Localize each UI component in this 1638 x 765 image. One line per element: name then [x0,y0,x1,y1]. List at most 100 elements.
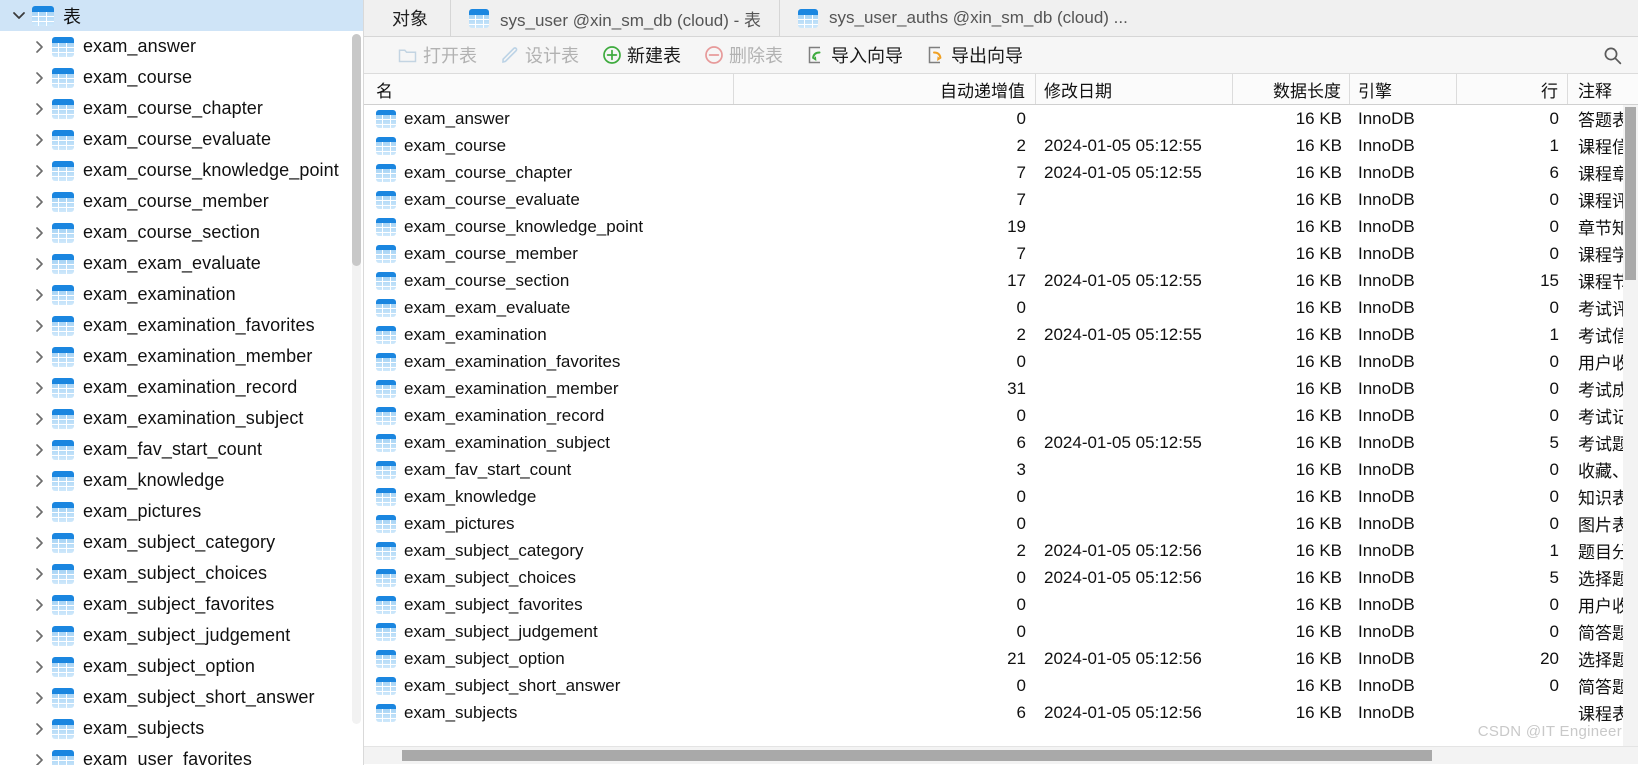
cell-name[interactable]: exam_examination_subject [364,429,734,456]
table-row[interactable]: exam_subjects 6 2024-01-05 05:12:56 16 KB In… [364,699,1638,726]
cell-name[interactable]: exam_examination_record [364,402,734,429]
tree-item-exam_course_chapter[interactable]: exam_course_chapter [0,93,363,124]
cell-name[interactable]: exam_course_section [364,267,734,294]
toolbar-button-minus-circle[interactable]: 删除表 [692,40,794,70]
table-row[interactable]: exam_examination 2 2024-01-05 05:12:55 16 K… [364,321,1638,348]
column-header-modified[interactable]: 修改日期 [1036,74,1233,104]
chevron-right-icon[interactable] [26,341,52,372]
table-row[interactable]: exam_knowledge 0 16 KB InnoDB 0 知识表 [364,483,1638,510]
tab-2[interactable]: sys_user_auths @xin_sm_db (cloud) ... [779,0,1146,36]
object-tab-label[interactable]: 对象 [364,0,450,36]
table-row[interactable]: exam_subject_category 2 2024-01-05 05:12:5… [364,537,1638,564]
tree-item-exam_subject_choices[interactable]: exam_subject_choices [0,558,363,589]
grid-body[interactable]: exam_answer 0 16 KB InnoDB 0 答题表 exam_course 2 2… [364,105,1638,764]
column-header-engine[interactable]: 引擎 [1350,74,1457,104]
tree-item-exam_subject_category[interactable]: exam_subject_category [0,527,363,558]
cell-name[interactable]: exam_fav_start_count [364,456,734,483]
column-header-comment[interactable]: 注释 [1568,74,1638,104]
chevron-right-icon[interactable] [26,682,52,713]
tree-item-exam_subject_short_answer[interactable]: exam_subject_short_answer [0,682,363,713]
table-row[interactable]: exam_subject_choices 0 2024-01-05 05:12:56… [364,564,1638,591]
chevron-right-icon[interactable] [26,496,52,527]
table-row[interactable]: exam_subject_short_answer 0 16 KB InnoDB 0 简答… [364,672,1638,699]
toolbar-button-pencil[interactable]: 设计表 [488,40,590,70]
cell-name[interactable]: exam_answer [364,105,734,132]
toolbar-button-folder[interactable]: 打开表 [386,40,488,70]
cell-name[interactable]: exam_examination_favorites [364,348,734,375]
toolbar-button-export-arrow[interactable]: 导出向导 [914,40,1034,70]
chevron-right-icon[interactable] [26,124,52,155]
grid-header[interactable]: 名 自动递增值 修改日期 数据长度 引擎 行 注释 [364,74,1638,105]
cell-name[interactable]: exam_subject_judgement [364,618,734,645]
table-row[interactable]: exam_course_member716 KBInnoDB0课程学员 [364,240,1638,267]
grid-rows[interactable]: exam_answer 0 16 KB InnoDB 0 答题表 exam_course 2 2… [364,105,1638,726]
tree-item-exam_course_section[interactable]: exam_course_section [0,217,363,248]
table-toolbar[interactable]: 打开表 设计表 新建表 删除表 导入向导 导出向导 [364,37,1638,74]
object-tree-sidebar[interactable]: 表 exam_answer exam_course exam_course_chapt… [0,0,364,765]
grid-vertical-scrollbar-track[interactable] [1623,105,1638,764]
toolbar-buttons[interactable]: 打开表 设计表 新建表 删除表 导入向导 导出向导 [386,40,1034,70]
cell-name[interactable]: exam_subject_short_answer [364,672,734,699]
chevron-right-icon[interactable] [26,527,52,558]
cell-name[interactable]: exam_subject_choices [364,564,734,591]
tree-item-exam_course_knowledge_point[interactable]: exam_course_knowledge_point [0,155,363,186]
table-row[interactable]: exam_course_section 17 2024-01-05 05:12:55… [364,267,1638,294]
chevron-right-icon[interactable] [26,589,52,620]
chevron-right-icon[interactable] [26,279,52,310]
tree-item-exam_fav_start_count[interactable]: exam_fav_start_count [0,434,363,465]
table-row[interactable]: exam_exam_evaluate016 KBInnoDB0考试评价 [364,294,1638,321]
chevron-right-icon[interactable] [26,155,52,186]
chevron-right-icon[interactable] [26,713,52,744]
cell-name[interactable]: exam_subject_favorites [364,591,734,618]
cell-name[interactable]: exam_exam_evaluate [364,294,734,321]
table-row[interactable]: exam_subject_judgement016 KBInnoDB0简答题表 [364,618,1638,645]
grid-horizontal-scrollbar-thumb[interactable] [402,750,1432,761]
table-row[interactable]: exam_examination_member 31 16 KB InnoDB 0 考试成… [364,375,1638,402]
chevron-right-icon[interactable] [26,744,52,765]
table-row[interactable]: exam_course_evaluate716 KBInnoDB0课程评价 [364,186,1638,213]
column-header-name[interactable]: 名 [364,74,734,104]
tree-item-exam_examination_favorites[interactable]: exam_examination_favorites [0,310,363,341]
cell-name[interactable]: exam_examination [364,321,734,348]
column-header-datalength[interactable]: 数据长度 [1233,74,1350,104]
cell-name[interactable]: exam_course_chapter [364,159,734,186]
chevron-right-icon[interactable] [26,248,52,279]
chevron-right-icon[interactable] [26,434,52,465]
cell-name[interactable]: exam_course_evaluate [364,186,734,213]
grid-vertical-scrollbar-thumb[interactable] [1625,107,1636,280]
sidebar-scrollbar-thumb[interactable] [352,34,361,266]
toolbar-button-plus-circle[interactable]: 新建表 [590,40,692,70]
cell-name[interactable]: exam_subjects [364,699,734,726]
search-icon[interactable] [1600,43,1624,67]
table-row[interactable]: exam_answer 0 16 KB InnoDB 0 答题表 [364,105,1638,132]
tree-item-exam_course_member[interactable]: exam_course_member [0,186,363,217]
tree-item-exam_course[interactable]: exam_course [0,62,363,93]
tree-item-exam_answer[interactable]: exam_answer [0,31,363,62]
table-row[interactable]: exam_course_chapter 7 2024-01-05 05:12:55 1… [364,159,1638,186]
chevron-right-icon[interactable] [26,651,52,682]
chevron-right-icon[interactable] [26,558,52,589]
tree-item-exam_subject_option[interactable]: exam_subject_option [0,651,363,682]
tree-item-exam_examination_subject[interactable]: exam_examination_subject [0,403,363,434]
cell-name[interactable]: exam_knowledge [364,483,734,510]
table-row[interactable]: exam_course_knowledge_point 19 16 KB InnoDB… [364,213,1638,240]
grid-horizontal-scrollbar-track[interactable] [364,746,1638,764]
table-tree[interactable]: 表 exam_answer exam_course exam_course_chapt… [0,0,363,765]
chevron-down-icon[interactable] [6,0,32,31]
tree-item-exam_knowledge[interactable]: exam_knowledge [0,465,363,496]
tree-item-exam_subjects[interactable]: exam_subjects [0,713,363,744]
table-row[interactable]: exam_subject_favorites016 KBInnoDB0用户收藏 [364,591,1638,618]
cell-name[interactable]: exam_course [364,132,734,159]
table-row[interactable]: exam_subject_option 21 2024-01-05 05:12:56… [364,645,1638,672]
chevron-right-icon[interactable] [26,465,52,496]
chevron-right-icon[interactable] [26,403,52,434]
chevron-right-icon[interactable] [26,186,52,217]
tab-1[interactable]: sys_user @xin_sm_db (cloud) - 表 [450,0,779,36]
cell-name[interactable]: exam_subject_category [364,537,734,564]
table-row[interactable]: exam_course 2 2024-01-05 05:12:55 16 KB Inno… [364,132,1638,159]
cell-name[interactable]: exam_subject_option [364,645,734,672]
chevron-right-icon[interactable] [26,620,52,651]
table-row[interactable]: exam_pictures 0 16 KB InnoDB 0 图片表 [364,510,1638,537]
table-row[interactable]: exam_examination_record016 KBInnoDB0考试记录 [364,402,1638,429]
cell-name[interactable]: exam_examination_member [364,375,734,402]
